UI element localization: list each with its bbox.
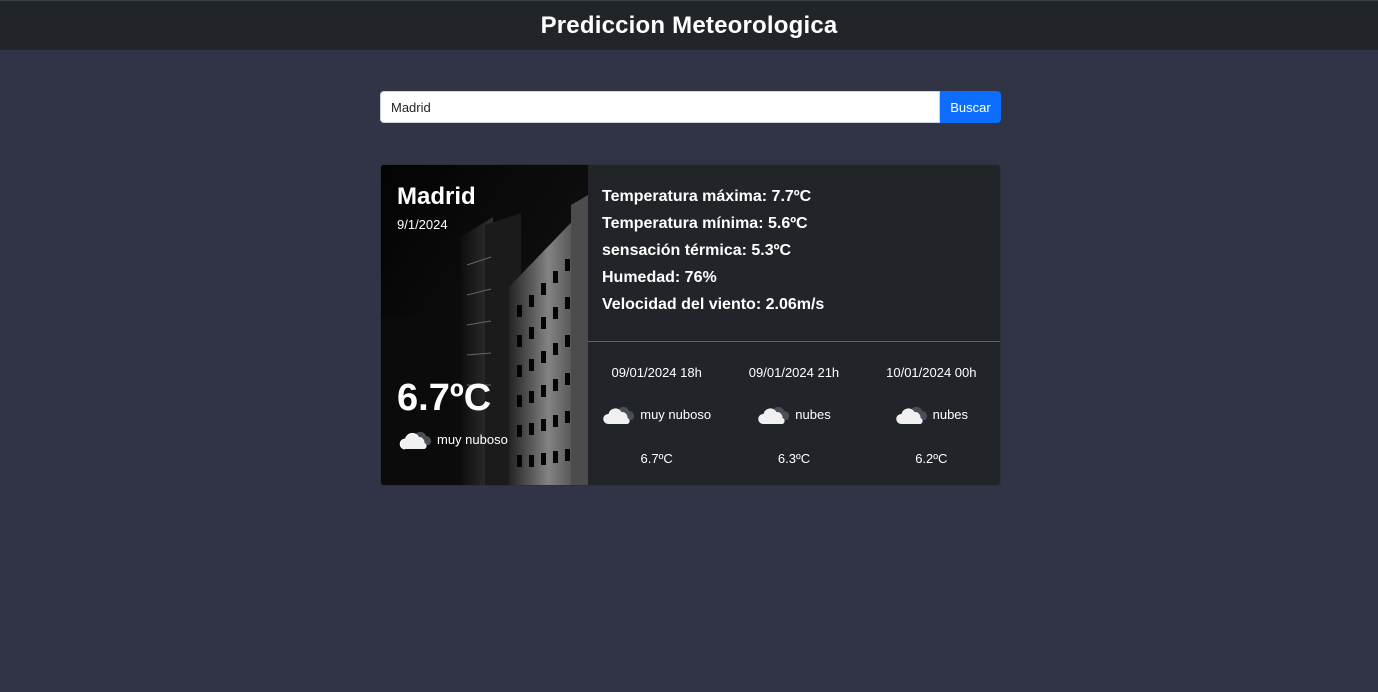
forecast-condition-text: nubes [795, 406, 831, 422]
forecast-temperature: 6.2ºC [915, 451, 948, 466]
current-condition-text: muy nuboso [437, 431, 508, 447]
wind-speed: Velocidad del viento: 2.06m/s [602, 296, 825, 313]
search-button[interactable]: Buscar [940, 91, 1001, 123]
navbar: Prediccion Meteorologica [0, 0, 1378, 50]
max-temperature: Temperatura máxima: 7.7ºC [602, 188, 812, 205]
feels-like: sensación térmica: 5.3ºC [602, 242, 792, 259]
search-input[interactable] [380, 91, 940, 123]
cloudy-icon [399, 431, 431, 450]
forecast-item: 09/01/2024 21h nubes 6.3ºC [725, 342, 862, 485]
weather-details: Temperatura máxima: 7.7ºC Temperatura mí… [588, 165, 1000, 342]
current-temperature: 6.7ºC [397, 377, 492, 419]
forecast-condition: nubes [895, 403, 968, 425]
weather-card: Madrid 9/1/2024 6.7ºC muy nuboso Tempera… [380, 164, 1001, 486]
forecast-item: 09/01/2024 18h muy nuboso 6.7ºC [588, 342, 725, 485]
details-panel: Temperatura máxima: 7.7ºC Temperatura mí… [588, 165, 1000, 485]
forecast-temperature: 6.3ºC [777, 451, 811, 466]
search-bar: Buscar [380, 91, 1001, 123]
current-weather-panel: Madrid 9/1/2024 6.7ºC muy nuboso [381, 165, 588, 485]
forecast-list: 09/01/2024 18h muy nuboso 6.7ºC 09/01/20… [588, 342, 1000, 485]
min-temperature: Temperatura mínima: 5.6ºC [602, 215, 808, 232]
forecast-time: 10/01/2024 00h [886, 365, 977, 380]
current-condition: muy nuboso [399, 428, 508, 450]
forecast-condition: nubes [757, 403, 831, 425]
forecast-item: 10/01/2024 00h nubes 6.2ºC [863, 342, 1000, 485]
page-title: Prediccion Meteorologica [540, 11, 838, 39]
city-name: Madrid [397, 183, 476, 210]
forecast-condition-text: muy nuboso [640, 406, 712, 422]
forecast-condition: muy nuboso [602, 403, 711, 425]
forecast-time: 09/01/2024 18h [611, 365, 702, 380]
forecast-condition-text: nubes [932, 406, 969, 422]
cloudy-icon [603, 406, 635, 424]
cloudy-icon [895, 406, 927, 424]
cloudy-icon [758, 406, 790, 424]
forecast-time: 09/01/2024 21h [748, 365, 840, 380]
current-date: 9/1/2024 [397, 217, 448, 232]
forecast-temperature: 6.7ºC [640, 451, 673, 466]
humidity: Humedad: 76% [602, 269, 717, 286]
